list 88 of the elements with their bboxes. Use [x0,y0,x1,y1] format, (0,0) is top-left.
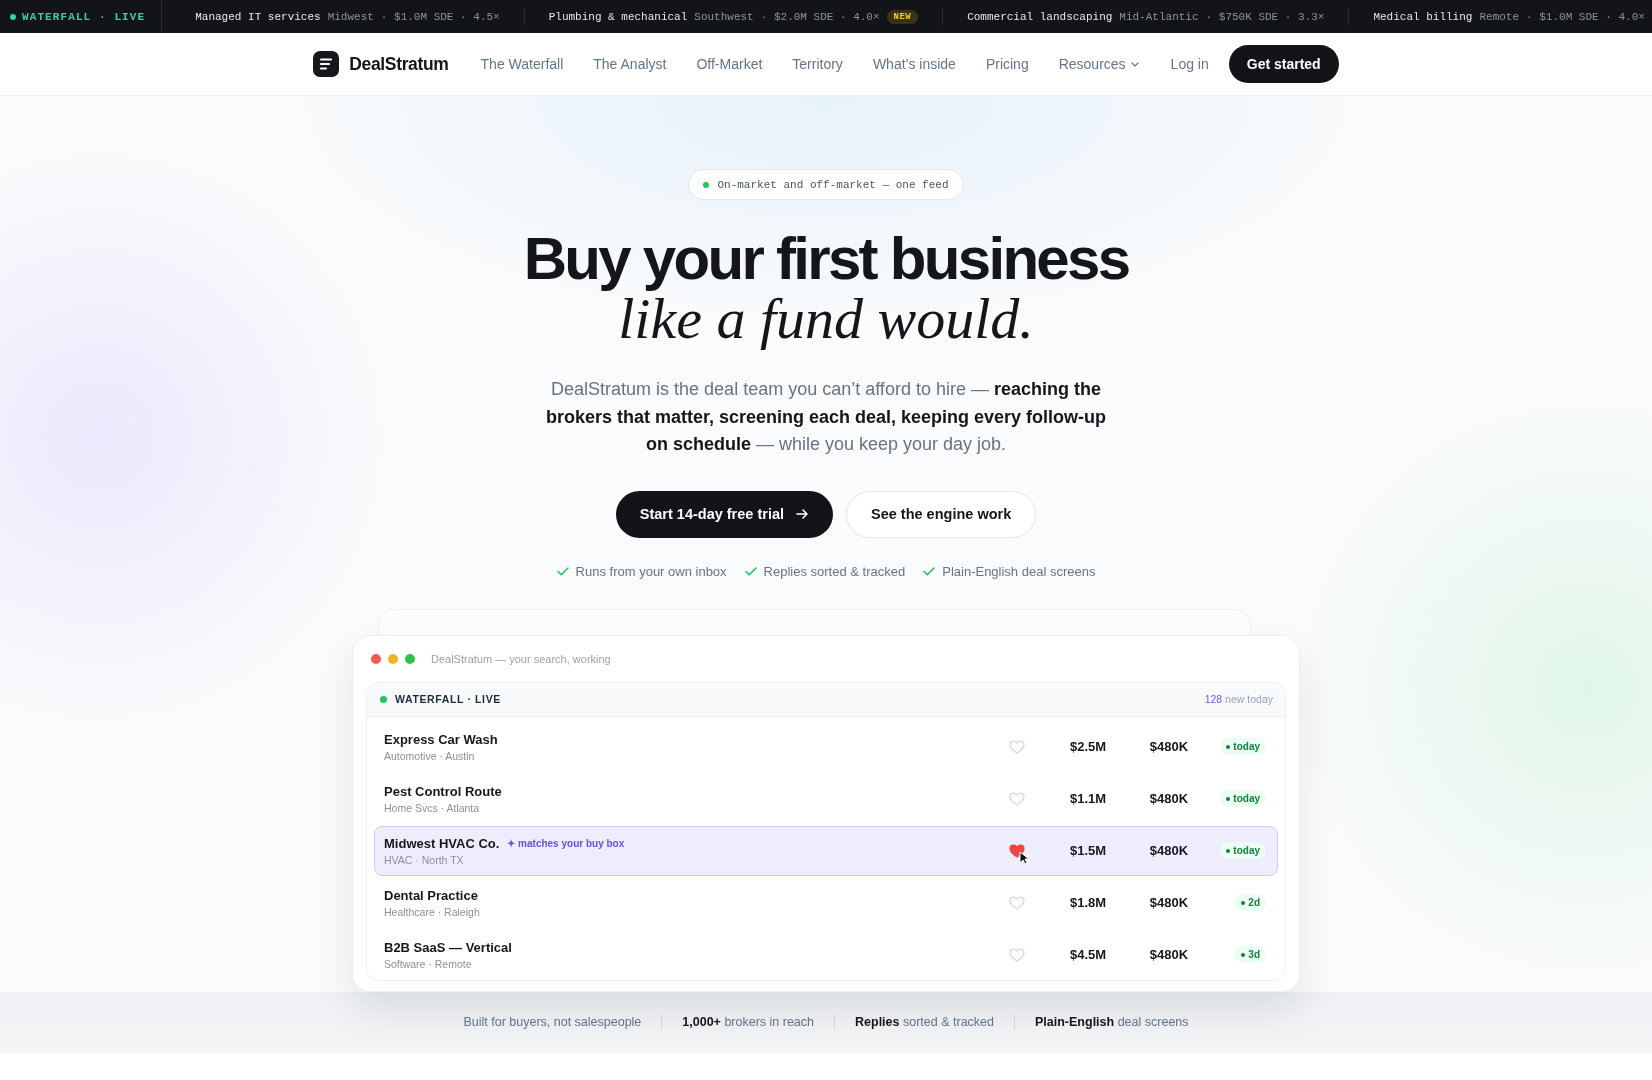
stat-text: Built for buyers, not salespeople [463,1015,642,1029]
ticker-region: Southwest [694,10,754,23]
listing-meta: HVAC · North TX [384,853,464,866]
sde-value: $480K [1148,843,1190,858]
logo-icon[interactable] [313,51,340,77]
feature-text: Runs from your own inbox [575,562,727,581]
login-link[interactable]: Log in [1170,56,1209,72]
listing-meta: Automotive · Austin [384,749,475,762]
see-engine-button[interactable]: See the engine work [846,490,1037,538]
nav-link[interactable]: The Waterfall [480,56,564,72]
feed-label: WATERFALL · LIVE [395,693,501,705]
check-icon [556,567,569,576]
ticker-deal-meta: · $2.0M SDE · 4.0× [760,10,880,23]
listing-meta: Healthcare · Raleigh [384,905,480,918]
window-title: DealStratum — your search, working [431,652,611,665]
window-control-icon[interactable] [388,653,398,664]
window-control-icon[interactable] [405,653,415,664]
listing-row[interactable]: Express Car Wash Automotive · Austin $2.5M $480K today [374,721,1278,772]
check-icon [744,567,757,576]
nav-link[interactable]: Territory [792,56,843,72]
get-started-button[interactable]: Get started [1228,45,1339,83]
feature-text: Plain-English deal screens [942,562,1096,581]
live-dot-icon [380,695,387,703]
sde-value: $480K [1148,739,1190,754]
match-tag: ✦ matches your buy box [507,837,625,849]
listing-meta: Home Svcs · Atlanta [384,801,480,814]
chevron-down-icon [1130,61,1139,67]
listing-name: Dental Practice [384,887,478,903]
stat-text: Plain-English deal screens [1035,1015,1189,1029]
headline: Buy your first business [523,229,1129,289]
ticker-deal-meta: · $750K SDE · 3.3× [1205,10,1325,23]
nav-link[interactable]: What’s inside [872,56,956,72]
ticker-label: WATERFALL · LIVE [22,10,146,23]
nav-link[interactable]: Off-Market [696,56,763,72]
start-trial-button[interactable]: Start 14-day free trial [615,490,833,538]
stat-text: 1,000+ brokers in reach [682,1015,815,1029]
check-icon [923,567,936,576]
status-dot-icon [1226,796,1231,801]
status-dot-icon [1226,744,1231,749]
age-text: today [1233,845,1260,856]
ticker-deal-name[interactable]: Commercial landscaping [967,10,1113,23]
nav-dropdown[interactable]: Resources [1058,56,1139,72]
listing-meta: Software · Remote [384,957,472,970]
ticker-deal-name[interactable]: Plumbing & mechanical [548,10,688,23]
listing-row[interactable]: Midwest HVAC Co. ✦ matches your buy box HVAC · North TX $1.5M $480K today [374,825,1278,876]
listing-name: Pest Control Route [384,783,502,799]
new-count-text: 128 new today [1204,693,1273,705]
status-dot-icon [1241,952,1246,957]
age-text: today [1233,741,1260,752]
status-dot-icon [1226,848,1231,853]
ticker-deal-name[interactable]: Medical billing [1373,10,1473,23]
badge-text: On-market and off-market — one feed [717,178,949,191]
ticker-deal-meta: · $1.0M SDE · 4.5× [380,10,500,23]
listing-name: B2B SaaS — Vertical [384,939,512,955]
new-badge: NEW [886,9,919,24]
listing-name: Midwest HVAC Co. [384,835,500,851]
listing-name: Express Car Wash [384,731,498,747]
nav-link[interactable]: Pricing [985,56,1029,72]
ticker-region: Remote [1479,10,1520,23]
sde-value: $480K [1148,895,1190,910]
heart-icon[interactable] [1009,843,1025,858]
age-text: today [1233,793,1260,804]
ticker-deal-meta: · $1.0M SDE · 4.0× [1526,10,1645,23]
asking-price: $1.1M [1068,791,1108,806]
ticker-region: Midwest [327,10,374,23]
window-control-icon[interactable] [371,653,381,664]
asking-price: $2.5M [1068,739,1108,754]
asking-price: $1.8M [1068,895,1108,910]
stat-text: Replies sorted & tracked [855,1015,994,1029]
lead-paragraph: DealStratum is the deal team you can’t afford to hire — reaching the brokers that matter, screening each deal, keeping every follow-up on schedule — while you keep your day job. [544,378,1108,456]
status-dot-icon [1241,900,1246,905]
listing-row[interactable]: B2B SaaS — Vertical Software · Remote $4.5M $480K 3d [374,929,1278,980]
live-dot-icon [10,13,16,20]
listing-row[interactable]: Pest Control Route Home Svcs · Atlanta $1.1M $480K today [374,773,1278,824]
ticker-deal-name[interactable]: Managed IT services [195,10,321,23]
age-text: 2d [1248,897,1260,908]
arrow-right-icon [796,508,809,520]
listing-row[interactable]: Dental Practice Healthcare · Raleigh $1.8M $480K 2d [374,877,1278,928]
sde-value: $480K [1148,947,1190,962]
sde-value: $480K [1148,791,1190,806]
status-dot-icon [703,181,710,188]
brand-name[interactable]: DealStratum [349,53,449,75]
ticker-region: Mid-Atlantic [1119,10,1199,23]
age-text: 3d [1248,949,1260,960]
asking-price: $4.5M [1068,947,1108,962]
asking-price: $1.5M [1068,843,1108,858]
feature-text: Replies sorted & tracked [763,562,906,581]
nav-link[interactable]: The Analyst [593,56,667,72]
